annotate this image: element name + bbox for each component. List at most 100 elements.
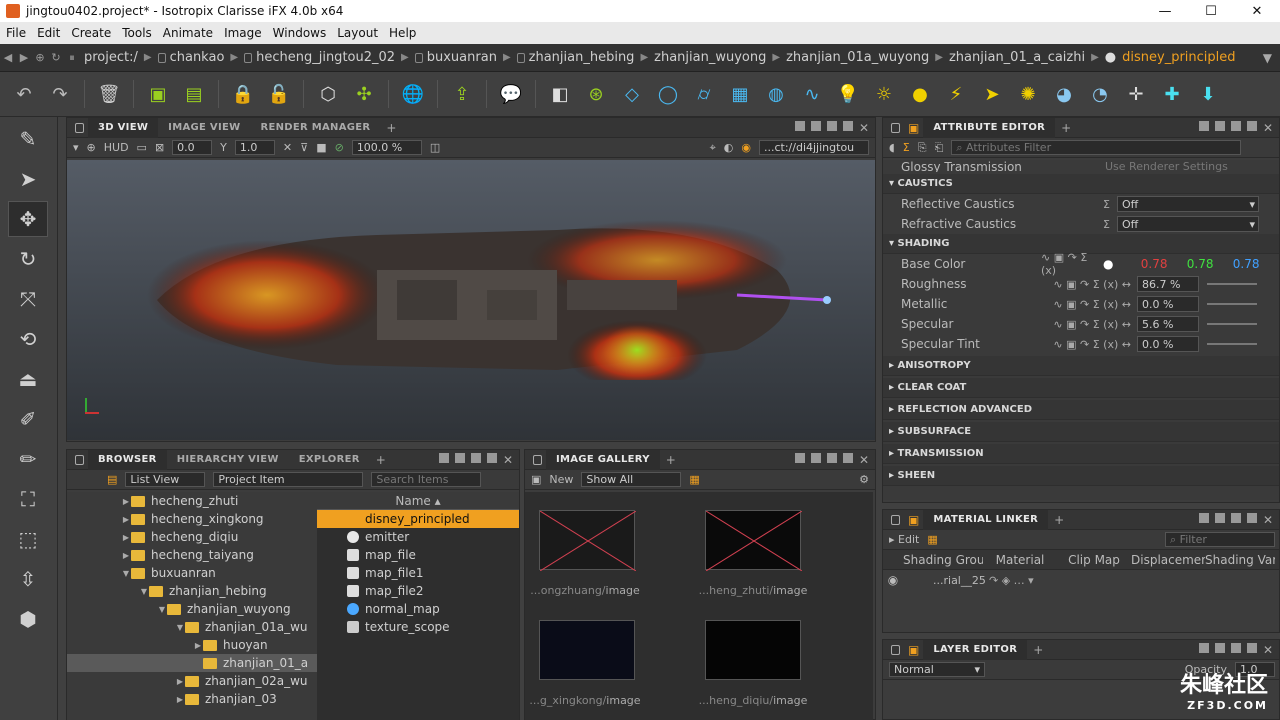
tab-image-gallery[interactable]: IMAGE GALLERY — [546, 449, 660, 470]
layout-icon[interactable] — [842, 452, 853, 463]
menu-edit[interactable]: Edit — [31, 26, 65, 40]
light-icon[interactable]: 💡 — [834, 80, 862, 108]
locator-icon[interactable]: ⊛ — [582, 80, 610, 108]
linker-row[interactable]: ◉ ...rial__25 ↷ ◈ … ▾ — [883, 570, 1279, 590]
redo-icon[interactable]: ↷ — [46, 80, 74, 108]
eye-icon[interactable]: ◉ — [883, 573, 903, 587]
tab-layer-editor[interactable]: LAYER EDITOR — [923, 639, 1028, 660]
expand-arrow-icon[interactable]: ▶ — [121, 551, 131, 560]
attr-value-field[interactable]: 0.0 % — [1137, 296, 1199, 312]
directional-light-icon[interactable]: ➤ — [978, 80, 1006, 108]
list-item[interactable]: map_file — [317, 546, 519, 564]
add-tab-icon[interactable]: + — [1048, 513, 1070, 527]
search-items-input[interactable]: Search Items — [371, 472, 482, 487]
import-icon[interactable]: ⇪ — [448, 80, 476, 108]
shading-icon[interactable]: ◐ — [724, 141, 734, 154]
menu-windows[interactable]: Windows — [267, 26, 332, 40]
path-dropdown-icon[interactable]: ▼ — [1263, 51, 1280, 65]
layout-icon[interactable] — [1214, 120, 1225, 131]
crumb-7[interactable]: zhanjian_01_a_caizhi — [945, 47, 1089, 69]
layout-icon[interactable] — [486, 452, 497, 463]
attr-value-field[interactable]: 86.7 % — [1137, 276, 1199, 292]
tab-render-manager[interactable]: RENDER MANAGER — [250, 122, 380, 133]
crumb-3[interactable]: buxuanran — [411, 47, 501, 69]
section-header[interactable]: ▸ ANISOTROPY — [883, 356, 1279, 376]
paste-icon[interactable]: ⎗ — [935, 141, 944, 155]
value-slider[interactable] — [1207, 323, 1257, 325]
layout-icon[interactable] — [1230, 120, 1241, 131]
name-column-header[interactable]: Name ▴ — [317, 492, 519, 510]
layout-icon[interactable] — [826, 452, 837, 463]
crumb-5[interactable]: zhanjian_wuyong — [650, 47, 770, 69]
add-tab-icon[interactable]: + — [370, 453, 392, 467]
curve-icon[interactable]: ∿ — [798, 80, 826, 108]
close-panel-icon[interactable]: ✕ — [1263, 121, 1273, 135]
layout-icon[interactable] — [1230, 512, 1241, 523]
crumb-6[interactable]: zhanjian_01a_wuyong — [782, 47, 933, 69]
move-icon[interactable]: ✚ — [1158, 80, 1186, 108]
home-icon[interactable]: ⊕ — [32, 51, 48, 64]
grid-icon[interactable]: ▦ — [726, 80, 754, 108]
expand-arrow-icon[interactable]: ▶ — [175, 695, 185, 704]
menu-file[interactable]: File — [0, 26, 31, 40]
spot-light-icon[interactable]: ⚡ — [942, 80, 970, 108]
hud-icon[interactable]: ⊕ — [87, 141, 96, 154]
camera-view-icon[interactable]: ■ — [316, 141, 326, 154]
crumb-active[interactable]: ● disney_principled — [1101, 47, 1240, 69]
close-panel-icon[interactable]: ✕ — [503, 453, 513, 467]
scale-icon[interactable]: ⤧ — [8, 281, 48, 317]
layout-icon[interactable] — [1198, 120, 1209, 131]
settings-icon[interactable]: ⚙ — [859, 473, 875, 486]
crumb-4[interactable]: zhanjian_hebing — [513, 47, 639, 69]
crumb-1[interactable]: chankao — [154, 47, 229, 69]
box-icon[interactable]: ◇ — [618, 80, 646, 108]
section-header[interactable]: ▸ CLEAR COAT — [883, 378, 1279, 398]
paint-icon[interactable]: ✐ — [8, 401, 48, 437]
eye-icon[interactable]: ◉ — [741, 141, 751, 154]
attributes-filter-input[interactable]: ⌕ Attributes Filter — [951, 140, 1242, 155]
sigma-filter-icon[interactable]: Σ — [903, 141, 910, 154]
layout-icon[interactable] — [1198, 512, 1209, 523]
expand-arrow-icon[interactable]: ▶ — [193, 641, 203, 650]
list-item[interactable]: emitter — [317, 528, 519, 546]
undo-icon[interactable]: ↶ — [10, 80, 38, 108]
reflective-caustics-select[interactable]: Off ▾ — [1117, 196, 1259, 212]
camera-path-field[interactable]: ...ct://di4jjingtou — [759, 140, 869, 155]
sphere-icon[interactable]: ◯ — [654, 80, 682, 108]
exposure-field[interactable]: 1.0 — [234, 140, 275, 155]
skylight-icon[interactable]: ◔ — [1086, 80, 1114, 108]
attr-value-field[interactable]: 0.0 % — [1137, 336, 1199, 352]
expand-arrow-icon[interactable]: ▼ — [157, 605, 167, 614]
new-image-icon[interactable]: ▣ — [531, 473, 541, 486]
stamp-icon[interactable]: ⏏ — [8, 361, 48, 397]
show-filter-select[interactable]: Show All — [581, 472, 682, 487]
expand-arrow-icon[interactable]: ▼ — [175, 623, 185, 632]
layout-icon[interactable] — [842, 120, 853, 131]
add-tab-icon[interactable]: + — [1027, 643, 1049, 657]
lock-icon[interactable] — [75, 122, 84, 133]
move-tool-icon[interactable]: ✥ — [8, 201, 48, 237]
filter-icon[interactable]: ⊽ — [300, 141, 308, 154]
ungroup-icon[interactable]: ▤ — [180, 80, 208, 108]
layout-icon[interactable] — [438, 452, 449, 463]
list-item[interactable]: map_file1 — [317, 564, 519, 582]
tree-item[interactable]: ▶ hecheng_diqiu — [67, 528, 317, 546]
value-slider[interactable] — [1207, 343, 1257, 345]
link-icons[interactable]: ∿ ▣ ↷ Σ (x) ↔ — [1041, 318, 1137, 331]
close-button[interactable]: ✕ — [1234, 0, 1280, 22]
close-panel-icon[interactable]: ✕ — [1263, 513, 1273, 527]
unlock-tool-icon[interactable]: 🔓 — [265, 80, 293, 108]
camera-icon[interactable]: ⬚ — [8, 521, 48, 557]
layout-icon[interactable] — [470, 452, 481, 463]
context-icon[interactable]: ◧ — [546, 80, 574, 108]
refresh-icon[interactable]: ↻ — [48, 51, 64, 64]
close-panel-icon[interactable]: ✕ — [859, 121, 869, 135]
base-color-b[interactable]: 0.78 — [1213, 257, 1260, 271]
tab-image-view[interactable]: IMAGE VIEW — [158, 122, 250, 133]
area-light-icon[interactable]: ✺ — [1014, 80, 1042, 108]
link-icons[interactable]: ∿ ▣ ↷ Σ (x) ↔ — [1041, 278, 1137, 291]
maximize-button[interactable]: ☐ — [1188, 0, 1234, 22]
close-panel-icon[interactable]: ✕ — [859, 453, 869, 467]
copy-icon[interactable]: ⎘ — [918, 141, 927, 155]
layout-icon[interactable] — [826, 120, 837, 131]
